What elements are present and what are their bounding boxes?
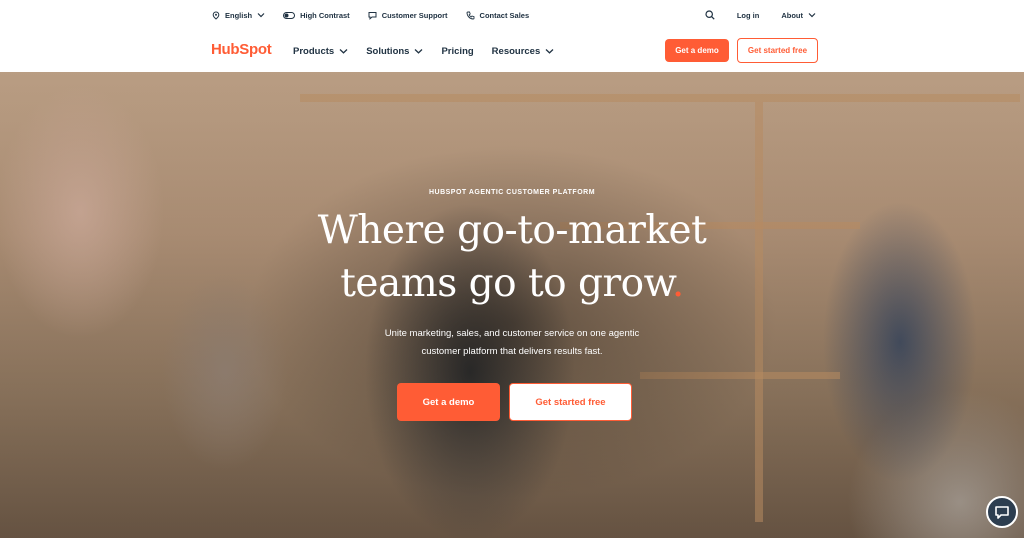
hero-section: HUBSPOT AGENTIC CUSTOMER PLATFORM Where … [0,72,1024,538]
nav-resources-label: Resources [491,45,541,57]
language-selector[interactable]: English [212,11,265,20]
nav-solutions-label: Solutions [366,45,410,57]
hero-content: HUBSPOT AGENTIC CUSTOMER PLATFORM Where … [0,72,1024,538]
headline-line-1: Where go-to-market [317,208,707,253]
toggle-icon [283,11,296,19]
phone-icon [466,11,474,19]
language-label: English [225,10,253,20]
login-link[interactable]: Log in [737,11,760,20]
main-navigation: HubSpot Products Solutions Pricing Resou… [0,30,1024,72]
nav-resources[interactable]: Resources [492,46,555,57]
nav-pricing[interactable]: Pricing [441,46,473,57]
logo-text: HubSpot [211,41,272,58]
chat-widget-button[interactable] [986,496,1018,528]
nav-products[interactable]: Products [293,46,348,57]
headline-dot: . [671,261,684,306]
chat-icon [995,505,1009,519]
high-contrast-toggle[interactable]: High Contrast [283,11,350,20]
chat-bubble-icon [368,11,377,20]
about-menu[interactable]: About [781,11,816,20]
customer-support-link[interactable]: Customer Support [368,11,448,20]
hero-headline: Where go-to-market teams go to grow. [0,204,1024,310]
about-label: About [781,10,803,20]
chevron-down-icon [808,13,816,18]
hero-get-demo-button[interactable]: Get a demo [397,383,500,421]
nav-pricing-label: Pricing [441,45,474,57]
chevron-down-icon [257,13,265,18]
get-started-free-button[interactable]: Get started free [737,38,818,63]
contact-sales-label: Contact Sales [479,10,530,20]
nav-links: Products Solutions Pricing Resources [293,30,554,72]
utility-bar: English High Contrast Customer Support C… [0,0,1024,30]
search-icon [705,10,715,20]
subtitle-line-1: Unite marketing, sales, and customer ser… [384,328,640,339]
chevron-down-icon [339,49,348,54]
nav-products-label: Products [293,45,335,57]
headline-line-2: teams go to grow. [0,257,1024,310]
headline-line-2-text: teams go to grow [340,261,672,306]
utility-bar-right: Log in About [705,0,816,30]
chevron-down-icon [545,49,554,54]
get-demo-button[interactable]: Get a demo [665,39,729,62]
customer-support-label: Customer Support [381,10,448,20]
nav-solutions[interactable]: Solutions [366,46,423,57]
hubspot-logo[interactable]: HubSpot [211,41,272,58]
utility-bar-left: English High Contrast Customer Support C… [212,0,529,30]
search-button[interactable] [705,10,715,20]
chevron-down-icon [415,49,423,54]
high-contrast-label: High Contrast [300,10,350,20]
login-label: Log in [736,10,760,20]
hero-subtitle: Unite marketing, sales, and customer ser… [0,325,1024,361]
subtitle-line-2: customer platform that delivers results … [421,346,603,357]
hero-get-started-free-button[interactable]: Get started free [509,383,632,421]
hero-eyebrow: HUBSPOT AGENTIC CUSTOMER PLATFORM [428,189,596,196]
contact-sales-link[interactable]: Contact Sales [466,10,530,20]
globe-icon [212,10,220,20]
